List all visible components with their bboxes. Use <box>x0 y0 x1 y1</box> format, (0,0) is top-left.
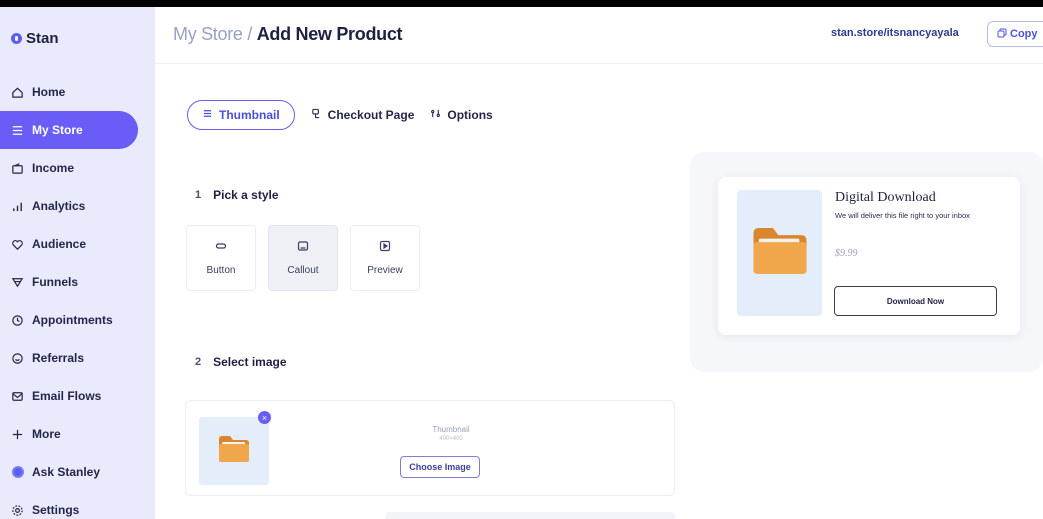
settings-icon <box>11 504 24 517</box>
sidebar-item-label: Email Flows <box>32 389 102 403</box>
funnel-icon <box>11 276 24 289</box>
copy-url-button[interactable]: Copy <box>987 21 1043 47</box>
remove-image-button[interactable]: × <box>258 411 271 424</box>
options-icon <box>430 108 441 122</box>
sidebar-item-more[interactable]: More <box>0 415 155 453</box>
sidebar-item-label: Referrals <box>32 351 85 365</box>
style-option-preview[interactable]: Preview <box>350 225 420 291</box>
style-option-button[interactable]: Button <box>186 225 256 291</box>
plus-icon <box>11 428 24 441</box>
heart-icon <box>11 238 24 251</box>
home-icon <box>11 86 24 99</box>
callout-style-icon <box>297 240 309 255</box>
step-number: 2 <box>195 356 202 368</box>
app-window: Stan Home My Store Income Analytics Audi… <box>0 7 1043 519</box>
product-price: $9.99 <box>835 248 858 259</box>
image-picker-panel: × Thumbnail 400×400 Choose Image <box>185 400 675 496</box>
play-icon <box>379 240 391 255</box>
sidebar-item-label: Income <box>32 161 75 175</box>
store-url-link[interactable]: stan.store/itsnancyayala <box>831 27 959 39</box>
sidebar-item-label: Appointments <box>32 313 113 327</box>
step-select-image-heading: 2 Select image <box>195 355 287 369</box>
mail-icon <box>11 390 24 403</box>
next-section-placeholder <box>385 512 675 519</box>
step-pick-style-heading: 1 Pick a style <box>195 188 279 202</box>
sidebar-nav: Home My Store Income Analytics Audience … <box>0 73 155 519</box>
brand-logo[interactable]: Stan <box>11 30 59 47</box>
page-header: My Store / Add New Product stan.store/it… <box>155 7 1043 64</box>
button-style-icon <box>215 240 227 255</box>
folder-icon <box>750 224 810 283</box>
sidebar-item-label: Analytics <box>32 199 86 213</box>
brand-name: Stan <box>26 30 59 47</box>
tab-label: Options <box>447 108 493 122</box>
close-icon: × <box>261 412 268 423</box>
sidebar-item-my-store[interactable]: My Store <box>0 111 138 149</box>
sidebar-item-home[interactable]: Home <box>0 73 155 111</box>
step-number: 1 <box>195 189 202 201</box>
bar-chart-icon <box>11 200 24 213</box>
folder-icon <box>217 434 251 469</box>
product-title: Digital Download <box>835 190 936 205</box>
product-description: We will deliver this file right to your … <box>835 211 970 220</box>
style-option-label: Callout <box>287 265 319 276</box>
style-options: Button Callout Preview <box>186 225 420 291</box>
sidebar-item-settings[interactable]: Settings <box>0 491 155 519</box>
sidebar-item-label: More <box>32 427 61 441</box>
style-option-callout[interactable]: Callout <box>268 225 338 291</box>
sidebar-item-label: My Store <box>32 123 83 137</box>
stanley-icon <box>11 466 24 479</box>
choose-image-button[interactable]: Choose Image <box>400 456 480 478</box>
sidebar-item-analytics[interactable]: Analytics <box>0 187 155 225</box>
product-image <box>737 190 822 316</box>
sidebar-item-label: Ask Stanley <box>32 465 101 479</box>
step-title: Pick a style <box>213 188 279 202</box>
breadcrumb-separator: / <box>247 24 253 44</box>
store-icon <box>11 124 24 137</box>
copy-icon <box>997 28 1007 41</box>
sidebar-item-referrals[interactable]: Referrals <box>0 339 155 377</box>
sidebar-item-label: Home <box>32 85 66 99</box>
smiley-icon <box>11 352 24 365</box>
sidebar-item-email-flows[interactable]: Email Flows <box>0 377 155 415</box>
list-icon <box>202 108 213 122</box>
product-tabs: Thumbnail Checkout Page Options <box>187 100 493 130</box>
checkout-icon <box>311 108 322 122</box>
stan-logo-icon <box>11 33 22 44</box>
sidebar-item-income[interactable]: Income <box>0 149 155 187</box>
thumbnail-preview <box>199 417 269 485</box>
sidebar-item-ask-stanley[interactable]: Ask Stanley <box>0 453 155 491</box>
sidebar-item-funnels[interactable]: Funnels <box>0 263 155 301</box>
tab-label: Thumbnail <box>219 108 280 122</box>
clock-icon <box>11 314 24 327</box>
breadcrumb: My Store / Add New Product <box>173 24 403 45</box>
step-title: Select image <box>213 355 287 369</box>
style-option-label: Preview <box>367 265 403 276</box>
tab-options[interactable]: Options <box>430 100 493 130</box>
download-now-button[interactable]: Download Now <box>834 286 997 316</box>
style-option-label: Button <box>206 265 236 276</box>
sidebar-item-label: Funnels <box>32 275 79 289</box>
tab-label: Checkout Page <box>327 108 415 122</box>
wallet-icon <box>11 162 24 175</box>
thumbnail-label: Thumbnail <box>432 425 470 434</box>
sidebar-item-appointments[interactable]: Appointments <box>0 301 155 339</box>
thumbnail-dimensions: 400×400 <box>439 436 463 442</box>
sidebar-item-audience[interactable]: Audience <box>0 225 155 263</box>
breadcrumb-parent[interactable]: My Store <box>173 24 243 44</box>
tab-thumbnail[interactable]: Thumbnail <box>187 100 295 130</box>
sidebar-item-label: Settings <box>32 503 80 517</box>
product-preview-card: Digital Download We will deliver this fi… <box>718 177 1020 335</box>
sidebar-item-label: Audience <box>32 237 87 251</box>
sidebar: Stan Home My Store Income Analytics Audi… <box>0 7 155 519</box>
page-title: Add New Product <box>256 24 403 44</box>
tab-checkout-page[interactable]: Checkout Page <box>311 100 415 130</box>
copy-label: Copy <box>1010 28 1038 40</box>
